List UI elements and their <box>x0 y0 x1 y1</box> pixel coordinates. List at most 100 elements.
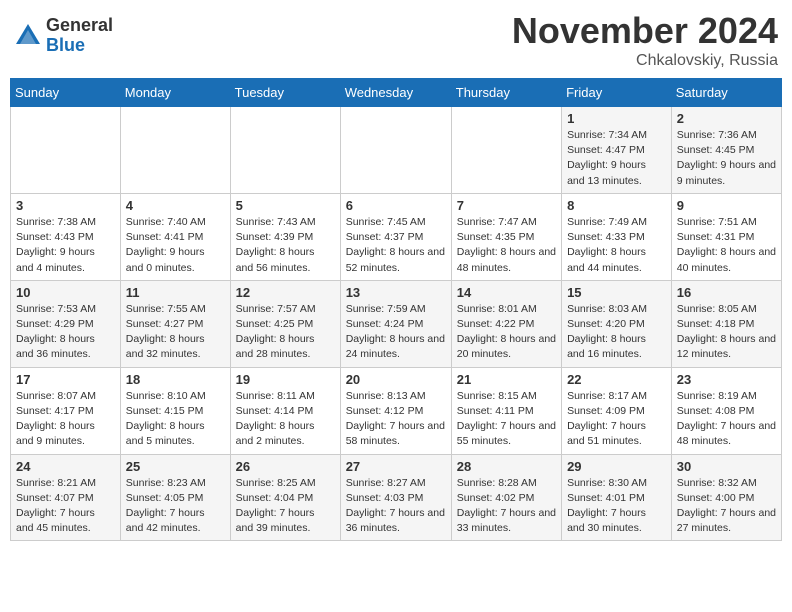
day-number: 1 <box>567 111 666 126</box>
day-number: 2 <box>677 111 776 126</box>
logo-blue-text: Blue <box>46 36 113 56</box>
logo: General Blue <box>14 16 113 56</box>
day-number: 10 <box>16 285 115 300</box>
calendar-cell <box>120 107 230 194</box>
day-info: Sunrise: 7:36 AMSunset: 4:45 PMDaylight:… <box>677 128 776 189</box>
day-info: Sunrise: 8:17 AMSunset: 4:09 PMDaylight:… <box>567 389 666 450</box>
day-info: Sunrise: 7:47 AMSunset: 4:35 PMDaylight:… <box>457 215 556 276</box>
calendar-cell: 24 Sunrise: 8:21 AMSunset: 4:07 PMDayligh… <box>11 454 121 541</box>
day-number: 29 <box>567 459 666 474</box>
calendar-week-row: 17 Sunrise: 8:07 AMSunset: 4:17 PMDayligh… <box>11 367 782 454</box>
day-number: 9 <box>677 198 776 213</box>
calendar-cell: 18Sunrise: 8:10 AMSunset: 4:15 PMDayligh… <box>120 367 230 454</box>
calendar-cell <box>451 107 561 194</box>
calendar-cell: 30 Sunrise: 8:32 AMSunset: 4:00 PMDayligh… <box>671 454 781 541</box>
calendar-cell: 16 Sunrise: 8:05 AMSunset: 4:18 PMDayligh… <box>671 280 781 367</box>
day-number: 7 <box>457 198 556 213</box>
day-number: 16 <box>677 285 776 300</box>
day-number: 12 <box>236 285 335 300</box>
day-info: Sunrise: 8:15 AMSunset: 4:11 PMDaylight:… <box>457 389 556 450</box>
day-of-week-header: Sunday <box>11 79 121 107</box>
day-number: 23 <box>677 372 776 387</box>
day-info: Sunrise: 8:32 AMSunset: 4:00 PMDaylight:… <box>677 476 776 537</box>
day-number: 3 <box>16 198 115 213</box>
calendar-cell <box>230 107 340 194</box>
day-info: Sunrise: 8:10 AMSunset: 4:15 PMDaylight:… <box>126 389 225 450</box>
calendar-week-row: 3 Sunrise: 7:38 AMSunset: 4:43 PMDaylight… <box>11 193 782 280</box>
calendar-cell: 25 Sunrise: 8:23 AMSunset: 4:05 PMDayligh… <box>120 454 230 541</box>
day-info: Sunrise: 8:03 AMSunset: 4:20 PMDaylight:… <box>567 302 666 363</box>
logo-general-text: General <box>46 16 113 36</box>
day-number: 19 <box>236 372 335 387</box>
calendar-cell: 22Sunrise: 8:17 AMSunset: 4:09 PMDayligh… <box>562 367 672 454</box>
day-number: 24 <box>16 459 115 474</box>
calendar-cell <box>11 107 121 194</box>
day-number: 27 <box>346 459 446 474</box>
calendar-cell: 15 Sunrise: 8:03 AMSunset: 4:20 PMDayligh… <box>562 280 672 367</box>
day-number: 15 <box>567 285 666 300</box>
day-number: 17 <box>16 372 115 387</box>
calendar-header-row: SundayMondayTuesdayWednesdayThursdayFrid… <box>11 79 782 107</box>
day-info: Sunrise: 8:11 AMSunset: 4:14 PMDaylight:… <box>236 389 335 450</box>
calendar-cell: 20 Sunrise: 8:13 AMSunset: 4:12 PMDayligh… <box>340 367 451 454</box>
day-info: Sunrise: 8:27 AMSunset: 4:03 PMDaylight:… <box>346 476 446 537</box>
calendar-cell: 11 Sunrise: 7:55 AMSunset: 4:27 PMDayligh… <box>120 280 230 367</box>
calendar-cell: 5Sunrise: 7:43 AMSunset: 4:39 PMDaylight… <box>230 193 340 280</box>
calendar-cell: 13Sunrise: 7:59 AMSunset: 4:24 PMDayligh… <box>340 280 451 367</box>
calendar-cell: 23 Sunrise: 8:19 AMSunset: 4:08 PMDayligh… <box>671 367 781 454</box>
day-info: Sunrise: 8:21 AMSunset: 4:07 PMDaylight:… <box>16 476 115 537</box>
day-info: Sunrise: 8:01 AMSunset: 4:22 PMDaylight:… <box>457 302 556 363</box>
day-number: 25 <box>126 459 225 474</box>
day-number: 6 <box>346 198 446 213</box>
day-info: Sunrise: 8:13 AMSunset: 4:12 PMDaylight:… <box>346 389 446 450</box>
calendar-cell: 27 Sunrise: 8:27 AMSunset: 4:03 PMDayligh… <box>340 454 451 541</box>
calendar-cell: 2 Sunrise: 7:36 AMSunset: 4:45 PMDaylight… <box>671 107 781 194</box>
calendar-cell: 26 Sunrise: 8:25 AMSunset: 4:04 PMDayligh… <box>230 454 340 541</box>
day-info: Sunrise: 8:19 AMSunset: 4:08 PMDaylight:… <box>677 389 776 450</box>
day-info: Sunrise: 7:53 AMSunset: 4:29 PMDaylight:… <box>16 302 115 363</box>
day-number: 14 <box>457 285 556 300</box>
calendar-cell: 28Sunrise: 8:28 AMSunset: 4:02 PMDayligh… <box>451 454 561 541</box>
day-number: 21 <box>457 372 556 387</box>
calendar-cell: 12 Sunrise: 7:57 AMSunset: 4:25 PMDayligh… <box>230 280 340 367</box>
location: Chkalovskiy, Russia <box>512 52 778 70</box>
calendar-cell: 29 Sunrise: 8:30 AMSunset: 4:01 PMDayligh… <box>562 454 672 541</box>
calendar-week-row: 24 Sunrise: 8:21 AMSunset: 4:07 PMDayligh… <box>11 454 782 541</box>
calendar-table: SundayMondayTuesdayWednesdayThursdayFrid… <box>10 78 782 541</box>
day-info: Sunrise: 8:30 AMSunset: 4:01 PMDaylight:… <box>567 476 666 537</box>
day-info: Sunrise: 7:55 AMSunset: 4:27 PMDaylight:… <box>126 302 225 363</box>
day-info: Sunrise: 7:57 AMSunset: 4:25 PMDaylight:… <box>236 302 335 363</box>
day-info: Sunrise: 7:49 AMSunset: 4:33 PMDaylight:… <box>567 215 666 276</box>
header: General Blue November 2024 Chkalovskiy, … <box>10 10 782 70</box>
day-info: Sunrise: 7:38 AMSunset: 4:43 PMDaylight:… <box>16 215 115 276</box>
day-info: Sunrise: 7:51 AMSunset: 4:31 PMDaylight:… <box>677 215 776 276</box>
calendar-week-row: 10 Sunrise: 7:53 AMSunset: 4:29 PMDayligh… <box>11 280 782 367</box>
month-title: November 2024 <box>512 10 778 52</box>
calendar-cell: 3 Sunrise: 7:38 AMSunset: 4:43 PMDaylight… <box>11 193 121 280</box>
calendar-week-row: 1Sunrise: 7:34 AMSunset: 4:47 PMDaylight… <box>11 107 782 194</box>
day-info: Sunrise: 8:23 AMSunset: 4:05 PMDaylight:… <box>126 476 225 537</box>
day-info: Sunrise: 8:05 AMSunset: 4:18 PMDaylight:… <box>677 302 776 363</box>
calendar-cell: 7 Sunrise: 7:47 AMSunset: 4:35 PMDaylight… <box>451 193 561 280</box>
calendar-cell: 6Sunrise: 7:45 AMSunset: 4:37 PMDaylight… <box>340 193 451 280</box>
day-info: Sunrise: 8:07 AMSunset: 4:17 PMDaylight:… <box>16 389 115 450</box>
calendar-cell: 21 Sunrise: 8:15 AMSunset: 4:11 PMDayligh… <box>451 367 561 454</box>
day-number: 5 <box>236 198 335 213</box>
calendar-cell: 9 Sunrise: 7:51 AMSunset: 4:31 PMDaylight… <box>671 193 781 280</box>
calendar-cell: 1Sunrise: 7:34 AMSunset: 4:47 PMDaylight… <box>562 107 672 194</box>
calendar-cell: 19 Sunrise: 8:11 AMSunset: 4:14 PMDayligh… <box>230 367 340 454</box>
day-number: 28 <box>457 459 556 474</box>
day-info: Sunrise: 7:40 AMSunset: 4:41 PMDaylight:… <box>126 215 225 276</box>
day-number: 13 <box>346 285 446 300</box>
day-number: 20 <box>346 372 446 387</box>
day-number: 26 <box>236 459 335 474</box>
day-info: Sunrise: 8:25 AMSunset: 4:04 PMDaylight:… <box>236 476 335 537</box>
day-number: 30 <box>677 459 776 474</box>
day-number: 11 <box>126 285 225 300</box>
day-number: 4 <box>126 198 225 213</box>
calendar-cell: 4 Sunrise: 7:40 AMSunset: 4:41 PMDaylight… <box>120 193 230 280</box>
calendar-cell <box>340 107 451 194</box>
day-of-week-header: Monday <box>120 79 230 107</box>
calendar-cell: 8Sunrise: 7:49 AMSunset: 4:33 PMDaylight… <box>562 193 672 280</box>
day-of-week-header: Wednesday <box>340 79 451 107</box>
